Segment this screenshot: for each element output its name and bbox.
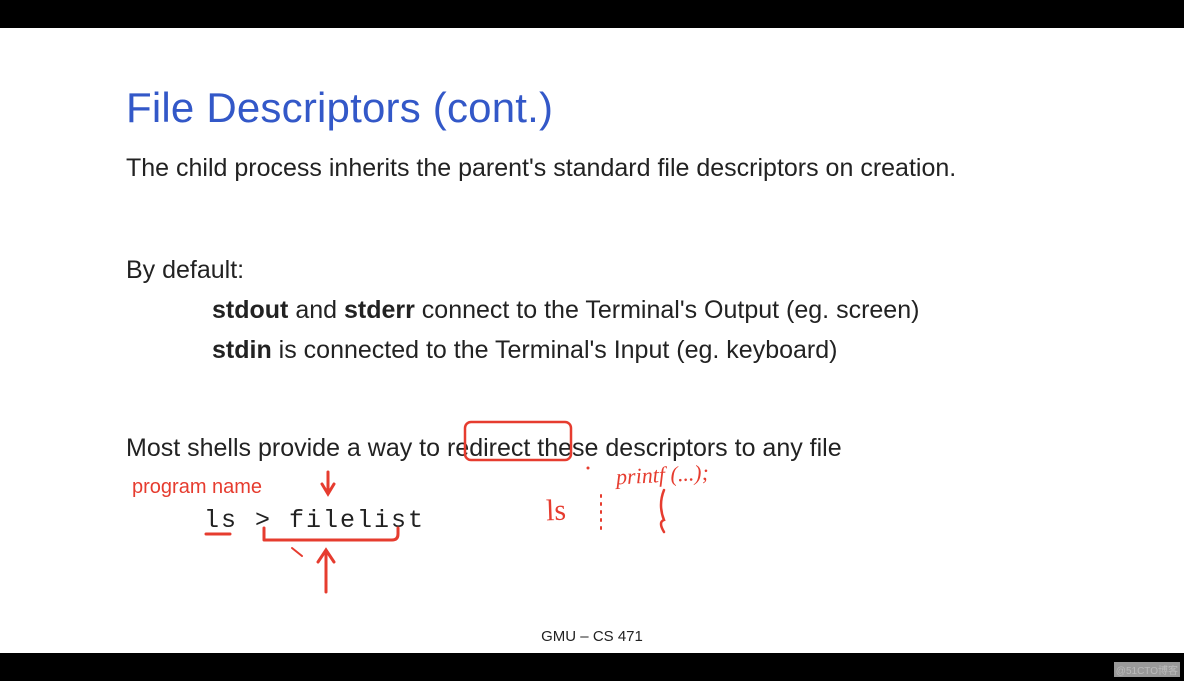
slide-body: File Descriptors (cont.) The child proce… [46,28,1138,653]
bottom-black-bar [0,653,1184,681]
program-name-annotation: program name [132,476,262,499]
hand-printf-annotation: printf (...); [615,460,709,491]
watermark: @51CTO博客 [1114,662,1180,677]
hand-ls-annotation: ls [545,494,566,529]
redirect-word: redirect [447,434,530,462]
intro-line: The child process inherits the parent's … [126,154,956,183]
stdout-stderr-line: stdout and stderr connect to the Termina… [212,296,919,325]
stdin-line: stdin is connected to the Terminal's Inp… [212,336,837,365]
by-default-label: By default: [126,256,244,285]
stderr-word: stderr [344,296,415,324]
stdout-word: stdout [212,296,288,324]
top-black-bar [0,0,1184,28]
redirect-post: these descriptors to any file [530,434,841,462]
redirect-line: Most shells provide a way to redirect th… [126,434,842,463]
and-word: and [288,296,344,324]
stdin-desc: is connected to the Terminal's Input (eg… [272,336,838,364]
stdin-word: stdin [212,336,272,364]
redirect-pre: Most shells provide a way to [126,434,447,462]
slide-footer: GMU – CS 471 [46,628,1138,645]
code-example: ls > filelist [204,506,425,535]
stdout-desc: connect to the Terminal's Output (eg. sc… [415,296,920,324]
slide-title: File Descriptors (cont.) [126,84,553,132]
